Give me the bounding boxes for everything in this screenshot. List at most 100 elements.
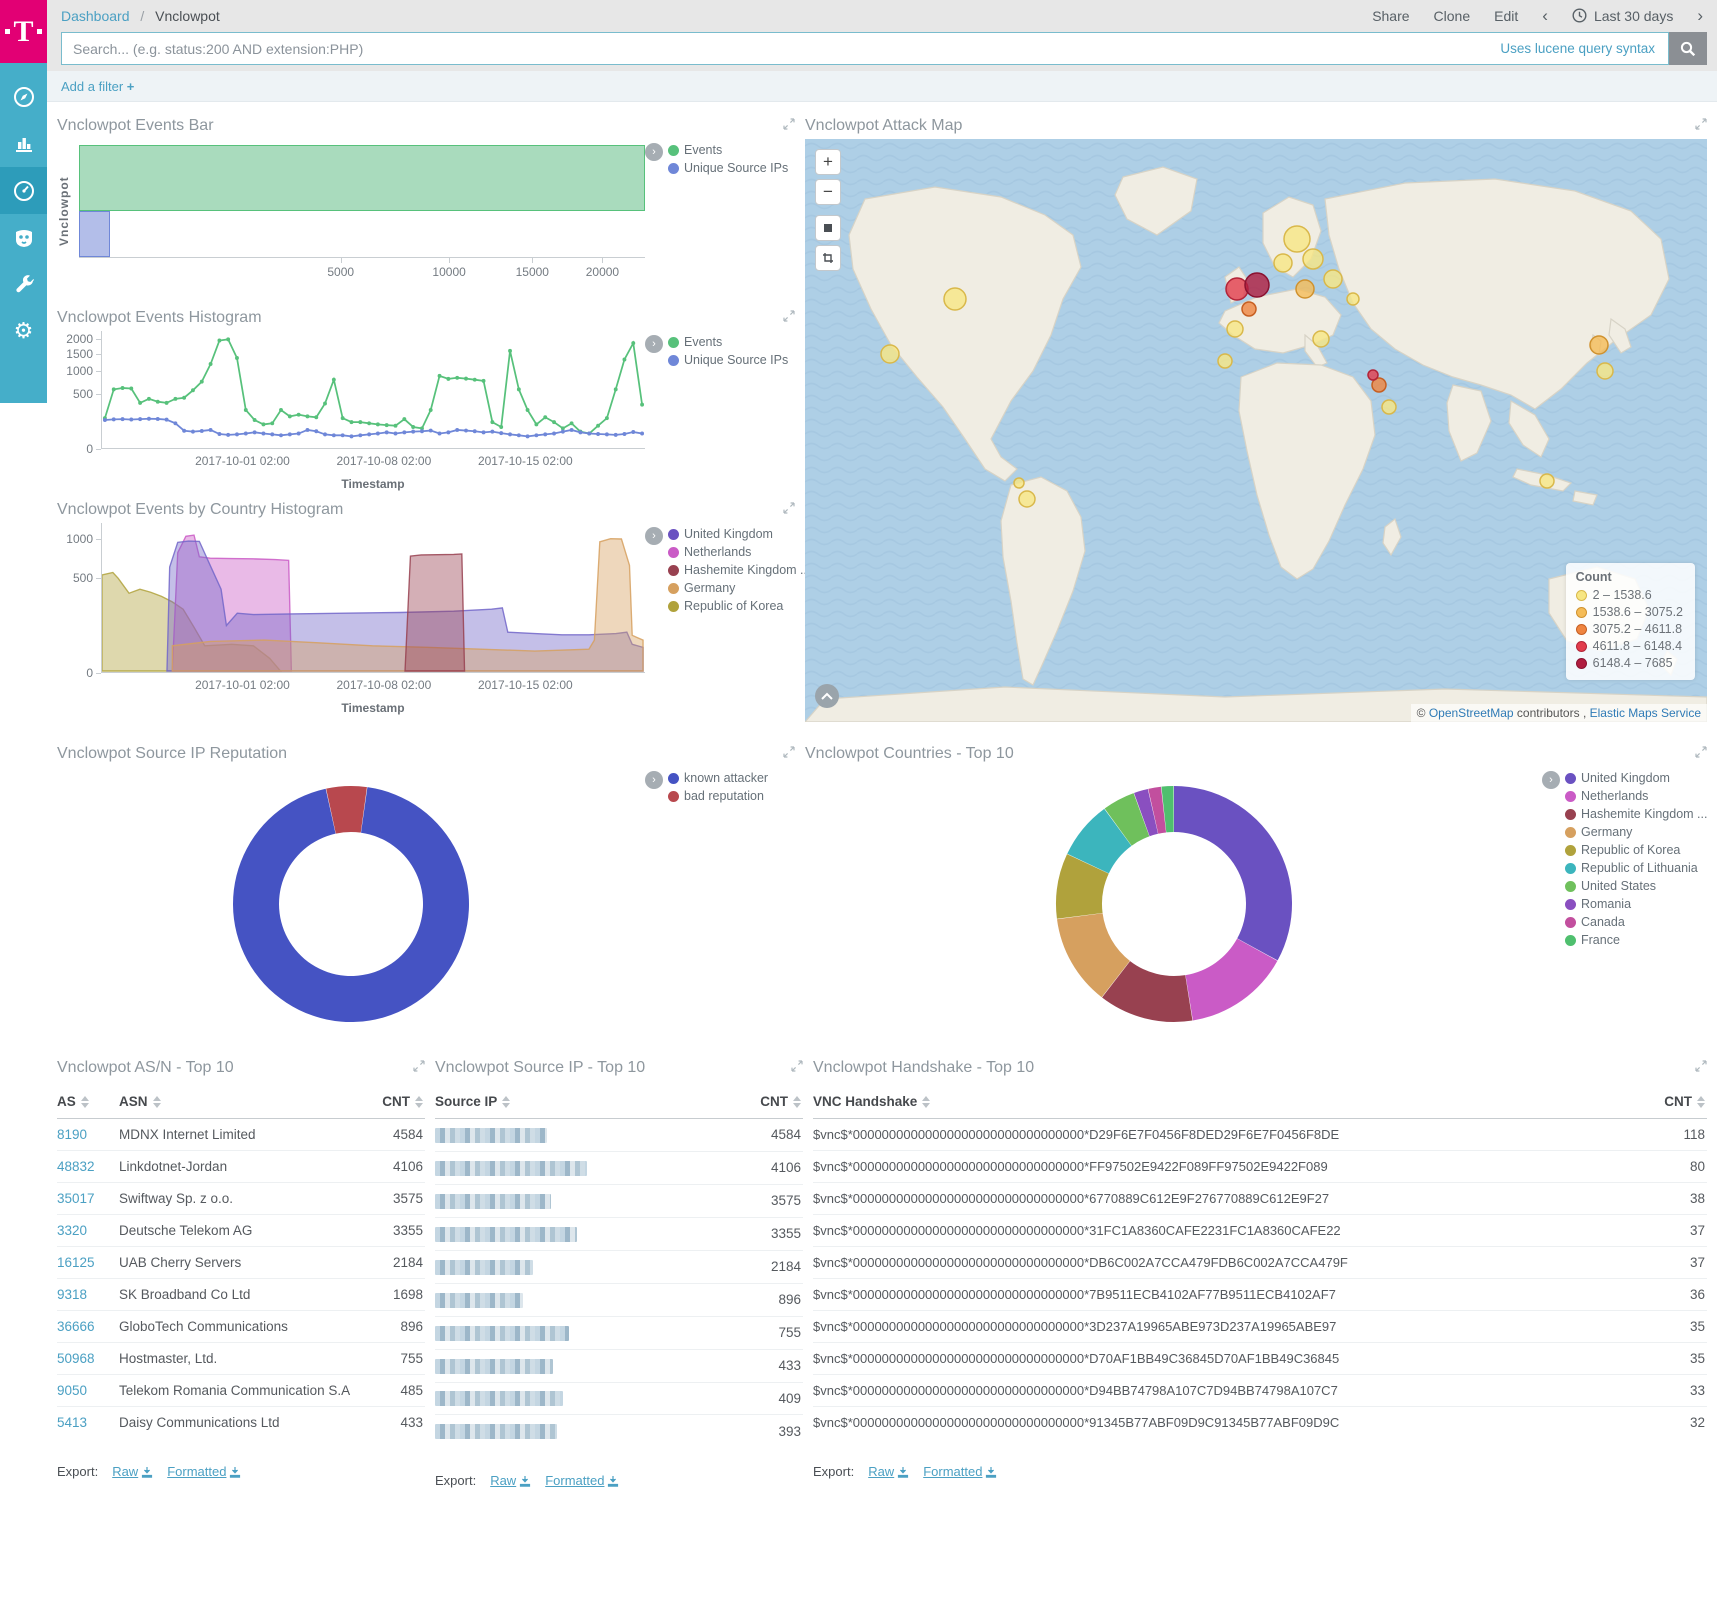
data-point[interactable] — [350, 420, 354, 424]
legend-item[interactable]: Republic of Korea — [668, 599, 810, 613]
add-filter-button[interactable]: Add a filter + — [61, 79, 134, 94]
plot-svg[interactable] — [102, 331, 645, 448]
attack-bubble[interactable]: 2 – 1538.6 — [881, 345, 899, 363]
data-point[interactable] — [499, 425, 503, 429]
data-point[interactable] — [367, 421, 371, 425]
data-point[interactable] — [473, 378, 477, 382]
data-point[interactable] — [191, 388, 195, 392]
openstreetmap-link[interactable]: OpenStreetMap — [1429, 706, 1514, 720]
data-point[interactable] — [332, 433, 336, 437]
sidebar-item-dev-tools[interactable] — [0, 261, 47, 308]
sort-icon[interactable] — [502, 1096, 510, 1108]
as-number-link[interactable]: 35017 — [57, 1191, 95, 1206]
tmobile-logo[interactable]: T — [0, 0, 47, 63]
data-point[interactable] — [552, 420, 556, 424]
sidebar-item-management[interactable]: ⚙ — [0, 308, 47, 355]
data-point[interactable] — [429, 429, 433, 433]
legend-item[interactable]: Unique Source IPs — [668, 353, 788, 367]
data-point[interactable] — [367, 432, 371, 436]
data-point[interactable] — [446, 430, 450, 434]
data-point[interactable] — [640, 432, 644, 436]
zoom-in-button[interactable]: + — [815, 149, 841, 175]
bar-unique-source-ips[interactable] — [79, 211, 110, 257]
lucene-syntax-link[interactable]: Uses lucene query syntax — [1500, 41, 1668, 56]
attack-bubble[interactable]: 2 – 1538.6 — [1284, 226, 1310, 252]
data-point[interactable] — [596, 432, 600, 436]
data-point[interactable] — [517, 433, 521, 437]
data-point[interactable] — [209, 428, 213, 432]
attack-bubble[interactable]: 1538.6 – 3075.2 — [1296, 280, 1314, 298]
export-formatted-link[interactable]: Formatted — [545, 1473, 619, 1488]
time-forward-button[interactable]: › — [1697, 7, 1703, 24]
data-point[interactable] — [314, 429, 318, 433]
legend-item[interactable]: Germany — [668, 581, 810, 595]
data-point[interactable] — [631, 430, 635, 434]
edit-button[interactable]: Edit — [1494, 8, 1518, 24]
data-point[interactable] — [226, 337, 230, 341]
export-raw-link[interactable]: Raw — [490, 1473, 531, 1488]
attack-bubble[interactable]: 4611.8 – 6148.4 — [1368, 370, 1378, 380]
data-point[interactable] — [561, 430, 565, 434]
attack-bubble[interactable]: 2 – 1538.6 — [1274, 254, 1292, 272]
as-number-link[interactable]: 8190 — [57, 1127, 87, 1142]
data-point[interactable] — [306, 428, 310, 432]
sort-icon[interactable] — [922, 1096, 930, 1108]
data-point[interactable] — [288, 432, 292, 436]
data-point[interactable] — [526, 408, 530, 412]
expand-icon[interactable] — [791, 1059, 803, 1077]
data-point[interactable] — [209, 362, 213, 366]
data-point[interactable] — [499, 431, 503, 435]
column-header-cnt[interactable]: CNT — [724, 1085, 803, 1119]
legend-item[interactable]: France — [1565, 933, 1707, 947]
data-point[interactable] — [182, 396, 186, 400]
data-point[interactable] — [200, 429, 204, 433]
as-number-link[interactable]: 5413 — [57, 1415, 87, 1430]
data-point[interactable] — [306, 414, 310, 418]
plot-svg[interactable] — [102, 523, 645, 672]
data-point[interactable] — [455, 428, 459, 432]
data-point[interactable] — [147, 397, 151, 401]
as-number-link[interactable]: 9050 — [57, 1383, 87, 1398]
expand-icon[interactable] — [783, 501, 795, 519]
data-point[interactable] — [455, 376, 459, 380]
data-point[interactable] — [253, 430, 257, 434]
data-point[interactable] — [385, 430, 389, 434]
as-number-link[interactable]: 3320 — [57, 1223, 87, 1238]
export-raw-link[interactable]: Raw — [868, 1464, 909, 1479]
area-series-hashemite-kingdom-[interactable] — [405, 554, 465, 671]
attack-bubble[interactable]: 4611.8 – 6148.4 — [1226, 278, 1248, 300]
column-header-vnc-handshake[interactable]: VNC Handshake — [813, 1085, 1641, 1119]
data-point[interactable] — [517, 387, 521, 391]
data-point[interactable] — [578, 430, 582, 434]
data-point[interactable] — [138, 401, 142, 405]
export-formatted-link[interactable]: Formatted — [923, 1464, 997, 1479]
legend-item[interactable]: Hashemite Kingdom ... — [1565, 807, 1707, 821]
data-point[interactable] — [411, 430, 415, 434]
expand-icon[interactable] — [1695, 117, 1707, 135]
legend-item[interactable]: Hashemite Kingdom ... — [668, 563, 810, 577]
data-point[interactable] — [631, 341, 635, 345]
attack-bubble[interactable]: 2 – 1538.6 — [1324, 270, 1342, 288]
data-point[interactable] — [217, 339, 221, 343]
attack-bubble[interactable]: 2 – 1538.6 — [1019, 491, 1035, 507]
series-line-events[interactable] — [105, 339, 642, 433]
data-point[interactable] — [605, 416, 609, 420]
attack-bubble[interactable]: 3075.2 – 4611.8 — [1242, 302, 1256, 316]
export-formatted-link[interactable]: Formatted — [167, 1464, 241, 1479]
data-point[interactable] — [341, 433, 345, 437]
data-point[interactable] — [121, 417, 125, 421]
data-point[interactable] — [614, 433, 618, 437]
data-point[interactable] — [270, 421, 274, 425]
expand-icon[interactable] — [413, 1059, 425, 1077]
data-point[interactable] — [279, 433, 283, 437]
legend-toggle-icon[interactable]: › — [1542, 771, 1560, 789]
sort-icon[interactable] — [415, 1096, 423, 1108]
data-point[interactable] — [121, 386, 125, 390]
data-point[interactable] — [138, 417, 142, 421]
data-point[interactable] — [279, 408, 283, 412]
legend-item[interactable]: Events — [668, 335, 788, 349]
legend-toggle-icon[interactable]: › — [645, 335, 663, 353]
data-point[interactable] — [244, 432, 248, 436]
data-point[interactable] — [464, 429, 468, 433]
data-point[interactable] — [402, 417, 406, 421]
